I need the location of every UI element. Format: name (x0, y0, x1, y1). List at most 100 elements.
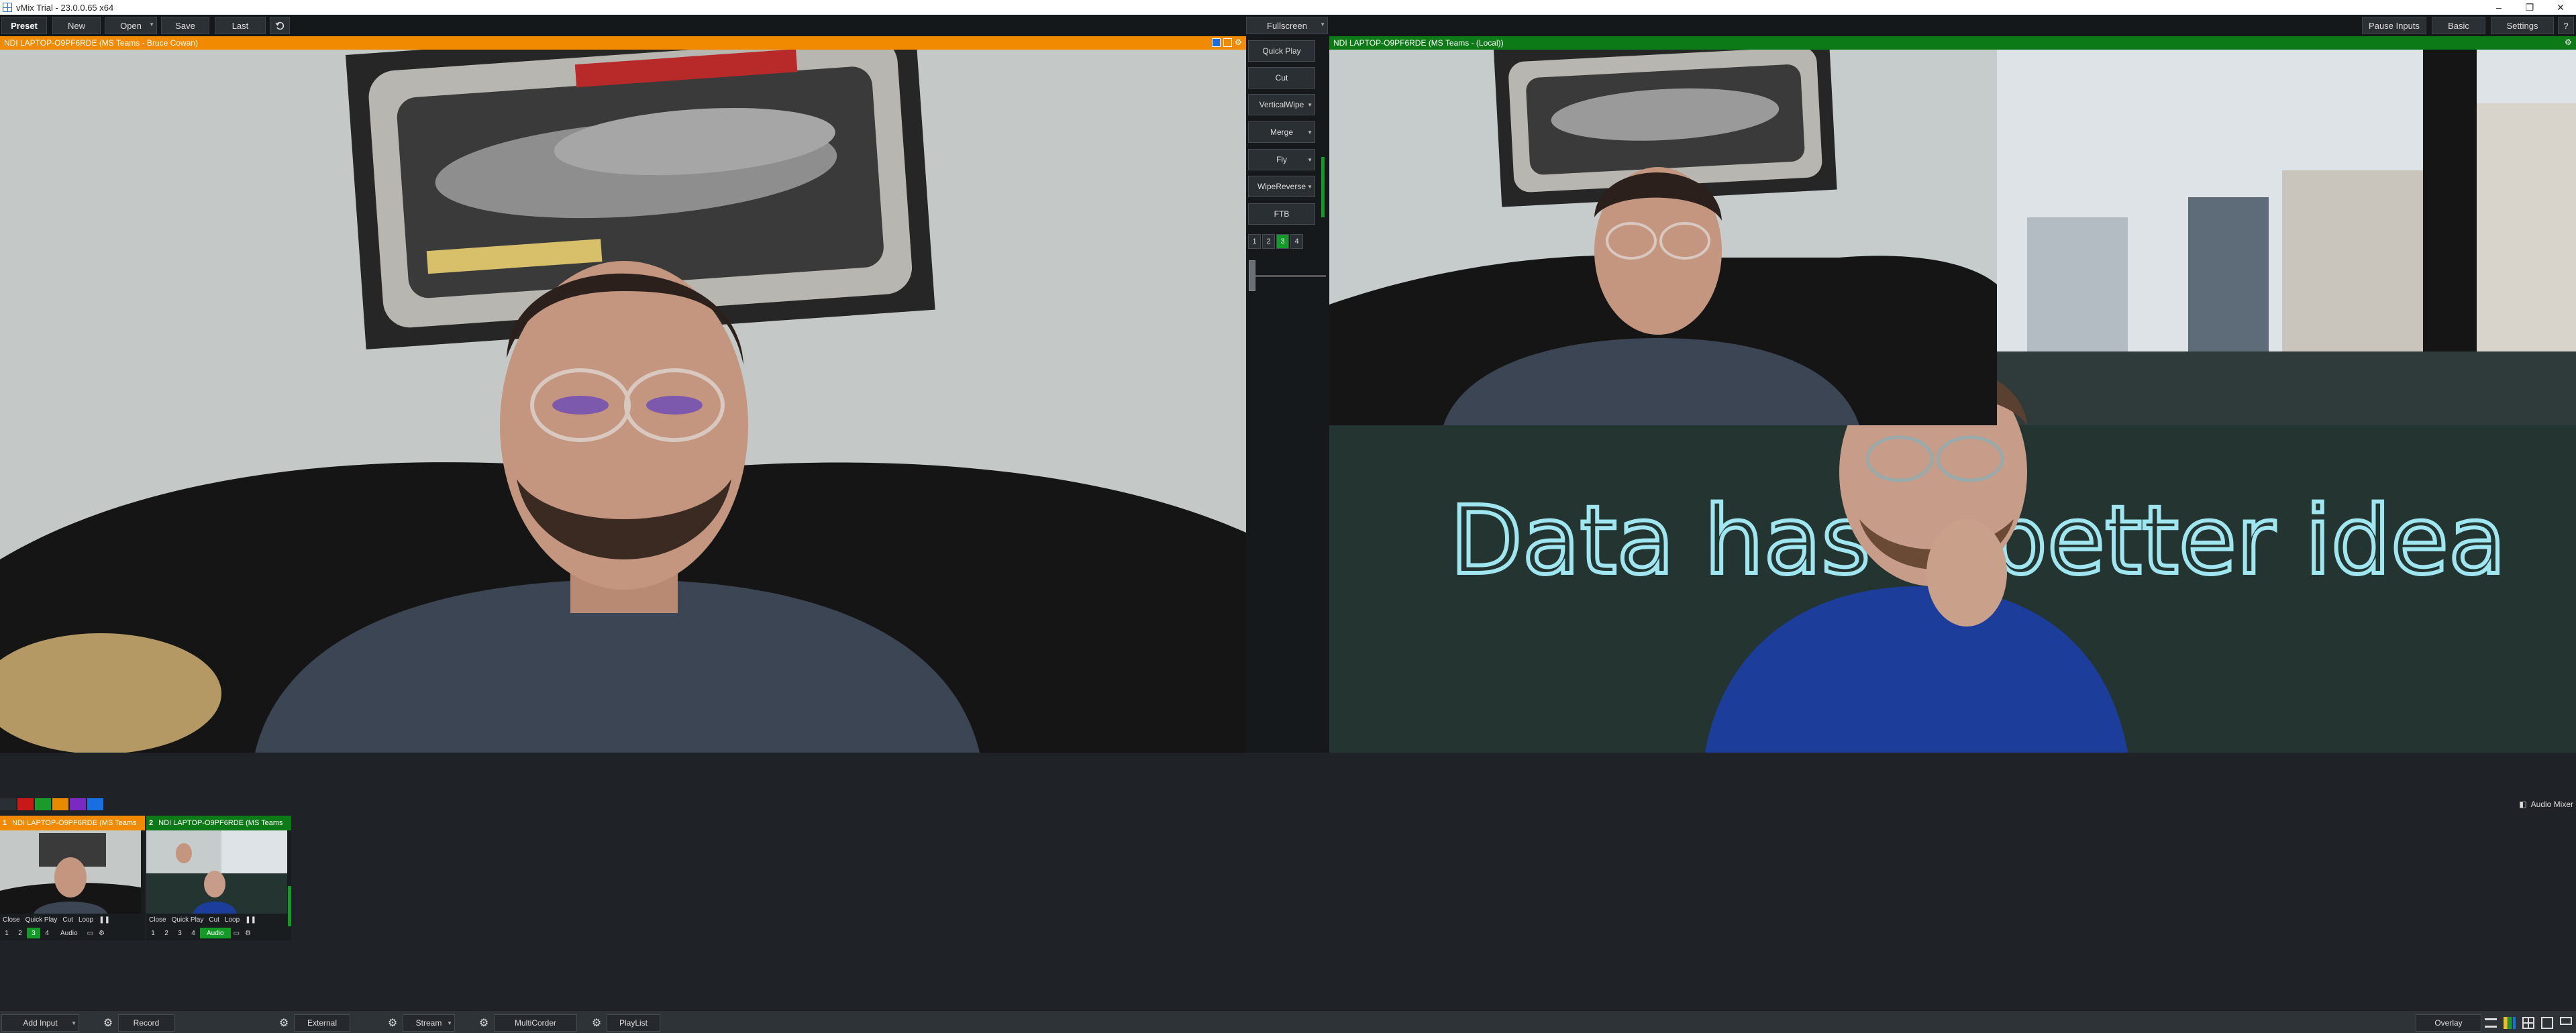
help-button[interactable]: ? (2558, 17, 2574, 34)
external-button[interactable]: External (294, 1014, 350, 1032)
open-button[interactable]: Open ▼ (105, 17, 157, 34)
pause-inputs-button[interactable]: Pause Inputs (2362, 17, 2426, 34)
transition-1-button[interactable]: VerticalWipe ▼ (1248, 94, 1315, 115)
color-tag-green[interactable] (35, 798, 51, 810)
transition-number-3[interactable]: 3 (1276, 234, 1289, 249)
overlay-button[interactable]: Overlay (2416, 1014, 2481, 1032)
list-view-icon[interactable] (2485, 1018, 2497, 1028)
input-2-number: 2 (149, 819, 154, 827)
playlist-settings-gear-icon[interactable]: ⚙ (588, 1014, 605, 1032)
external-settings-gear-icon[interactable]: ⚙ (275, 1014, 293, 1032)
preview-title: NDI LAPTOP-O9PF6RDE (MS Teams - Bruce Co… (4, 38, 198, 48)
chevron-down-icon[interactable]: ▼ (1307, 184, 1312, 190)
multicorder-settings-gear-icon[interactable]: ⚙ (475, 1014, 493, 1032)
settings-button[interactable]: Settings (2491, 17, 2554, 34)
maximize-button[interactable]: ❐ (2514, 0, 2545, 15)
preview-video[interactable] (0, 50, 1246, 753)
layers-icon[interactable] (1223, 38, 1232, 47)
quick-play-button[interactable]: Quick Play (1248, 40, 1315, 62)
input-2-cut-button[interactable]: Cut (206, 914, 222, 925)
save-button[interactable]: Save (161, 17, 209, 34)
input-1-overlay-1[interactable]: 1 (0, 928, 13, 938)
close-button[interactable]: ✕ (2545, 0, 2576, 15)
color-tag-red[interactable] (17, 798, 34, 810)
input-2-overlay-1[interactable]: 1 (146, 928, 160, 938)
transition-3-button[interactable]: Fly ▼ (1248, 149, 1315, 170)
input-1-quick-play-button[interactable]: Quick Play (23, 914, 60, 925)
transition-number-1[interactable]: 1 (1248, 234, 1261, 249)
color-tag-blue[interactable] (87, 798, 103, 810)
t-bar-handle[interactable] (1249, 260, 1255, 291)
input-panel-2[interactable]: 2 NDI LAPTOP-O9PF6RDE (MS Teams Close Qu… (146, 816, 291, 940)
stream-settings-gear-icon[interactable]: ⚙ (384, 1014, 401, 1032)
stream-button[interactable]: Stream ▼ (403, 1014, 455, 1032)
undo-button[interactable] (270, 17, 290, 34)
pause-icon[interactable]: ❚❚ (242, 914, 259, 925)
chevron-down-icon[interactable]: ▼ (149, 21, 154, 28)
record-button[interactable]: Record (118, 1014, 174, 1032)
record-settings-gear-icon[interactable]: ⚙ (99, 1014, 117, 1032)
input-1-header[interactable]: 1 NDI LAPTOP-O9PF6RDE (MS Teams (0, 816, 145, 830)
last-button[interactable]: Last (215, 17, 266, 34)
chevron-down-icon[interactable]: ▼ (1320, 21, 1325, 28)
input-1-overlay-3[interactable]: 3 (27, 928, 40, 938)
gear-icon[interactable]: ⚙ (242, 928, 254, 938)
input-2-loop-button[interactable]: Loop (222, 914, 242, 925)
cut-button[interactable]: Cut (1248, 67, 1315, 89)
transition-2-button[interactable]: Merge ▼ (1248, 121, 1315, 143)
multicorder-button[interactable]: MultiCorder (494, 1014, 577, 1032)
transition-number-2[interactable]: 2 (1262, 234, 1275, 249)
minimize-button[interactable]: – (2483, 0, 2514, 15)
gear-icon[interactable]: ⚙ (1235, 38, 1243, 47)
basic-button[interactable]: Basic (2432, 17, 2485, 34)
program-frame-image: Data has a better idea (1329, 50, 2576, 753)
transition-4-button[interactable]: WipeReverse ▼ (1248, 176, 1315, 197)
input-2-close-button[interactable]: Close (146, 914, 169, 925)
color-tag-all[interactable] (0, 798, 16, 810)
grid-view-icon[interactable] (2522, 1017, 2534, 1029)
ftb-button[interactable]: FTB (1248, 203, 1315, 225)
input-panel-1[interactable]: 1 NDI LAPTOP-O9PF6RDE (MS Teams Close Qu… (0, 816, 145, 940)
monitor-icon[interactable]: ▭ (85, 928, 96, 938)
program-video[interactable]: Data has a better idea (1329, 50, 2576, 753)
input-1-cut-button[interactable]: Cut (60, 914, 76, 925)
grid-icon[interactable] (1212, 38, 1221, 47)
new-button[interactable]: New (52, 17, 101, 34)
preset-button[interactable]: Preset (1, 17, 47, 34)
input-2-overlay-2[interactable]: 2 (160, 928, 173, 938)
chevron-down-icon[interactable]: ▼ (1307, 157, 1312, 163)
audio-mixer-toggle[interactable]: ◧ Audio Mixer (2519, 800, 2573, 809)
input-1-overlay-2[interactable]: 2 (13, 928, 27, 938)
input-2-audio-button[interactable]: Audio (200, 928, 231, 938)
color-tag-purple[interactable] (70, 798, 86, 810)
chevron-down-icon[interactable]: ▼ (447, 1020, 452, 1026)
input-2-quick-play-button[interactable]: Quick Play (169, 914, 207, 925)
gear-icon[interactable]: ⚙ (2565, 38, 2573, 47)
input-1-loop-button[interactable]: Loop (76, 914, 96, 925)
input-2-overlay-4[interactable]: 4 (187, 928, 200, 938)
playlist-button[interactable]: PlayList (607, 1014, 660, 1032)
gear-icon[interactable]: ⚙ (96, 928, 107, 938)
transition-number-4[interactable]: 4 (1290, 234, 1303, 249)
chevron-down-icon[interactable]: ▼ (1307, 102, 1312, 108)
input-1-audio-button[interactable]: Audio (54, 928, 85, 938)
input-2-thumbnail[interactable] (146, 830, 287, 924)
input-1-title: NDI LAPTOP-O9PF6RDE (MS Teams (12, 819, 137, 827)
pause-icon[interactable]: ❚❚ (96, 914, 113, 925)
input-2-overlay-3[interactable]: 3 (173, 928, 187, 938)
chevron-down-icon[interactable]: ▼ (71, 1020, 76, 1026)
chevron-down-icon[interactable]: ▼ (1307, 129, 1312, 135)
input-2-header[interactable]: 2 NDI LAPTOP-O9PF6RDE (MS Teams (146, 816, 291, 830)
window-title: vMix Trial - 23.0.0.65 x64 (16, 2, 114, 13)
input-1-overlay-4[interactable]: 4 (40, 928, 54, 938)
bars-icon[interactable] (2504, 1017, 2516, 1029)
monitor-icon[interactable]: ▭ (231, 928, 242, 938)
input-1-thumbnail[interactable] (0, 830, 141, 924)
monitor-icon[interactable] (2560, 1017, 2572, 1025)
fullscreen-button[interactable]: Fullscreen ▼ (1246, 17, 1328, 34)
add-input-button[interactable]: Add Input ▼ (1, 1014, 79, 1032)
input-1-close-button[interactable]: Close (0, 914, 23, 925)
input-2-title: NDI LAPTOP-O9PF6RDE (MS Teams (158, 819, 283, 827)
color-tag-orange[interactable] (52, 798, 68, 810)
multiview-icon[interactable] (2541, 1017, 2553, 1029)
